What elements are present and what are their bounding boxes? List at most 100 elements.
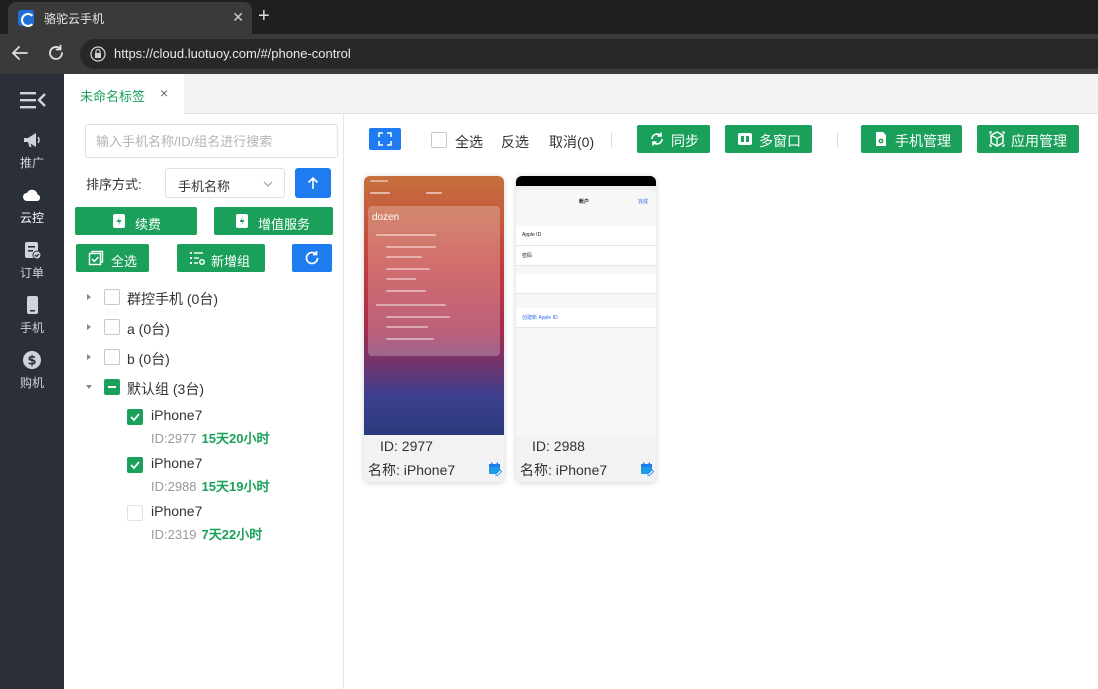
sidebar-item-label: 推广	[19, 156, 44, 170]
favicon-icon	[18, 10, 35, 27]
phone-card[interactable]: dozen ID: 2977 名称: iPhone7	[364, 176, 504, 482]
status-bar	[370, 180, 388, 182]
calendar-edit-icon[interactable]	[640, 462, 654, 476]
device-checkbox[interactable]	[127, 505, 143, 521]
app-manage-button[interactable]: 应用管理	[977, 125, 1079, 153]
phone-card-name: 名称: iPhone7	[520, 462, 608, 478]
url-field[interactable]: https://cloud.luotuoy.com/#/phone-contro…	[80, 39, 1098, 69]
device-remaining: 15天20小时	[201, 431, 270, 446]
lightning-icon	[236, 214, 248, 228]
page-tab-untitled[interactable]: 未命名标签 ×	[64, 74, 184, 114]
svg-text:$: $	[27, 354, 36, 369]
sidebar-item-cloud-control[interactable]: 云控	[0, 185, 64, 235]
dollar-icon: $	[23, 351, 41, 369]
device-name[interactable]: iPhone7	[151, 503, 202, 519]
phone-settings-icon	[876, 132, 886, 146]
device-checkbox[interactable]	[127, 409, 143, 425]
site-info-icon[interactable]	[90, 46, 106, 62]
sidebar-item-label: 订单	[19, 266, 44, 280]
arrow-up-icon	[307, 176, 319, 189]
expand-icon	[378, 132, 392, 146]
phone-manage-button[interactable]: 手机管理	[861, 125, 962, 153]
dictionary-popup	[368, 206, 500, 356]
sync-button[interactable]: 同步	[637, 125, 710, 153]
search-input[interactable]	[85, 124, 338, 158]
address-bar: https://cloud.luotuoy.com/#/phone-contro…	[0, 34, 1098, 74]
close-icon[interactable]: ×	[160, 86, 168, 100]
device-id: ID:2319 7天22小时	[151, 524, 262, 543]
back-arrow-icon[interactable]	[10, 43, 30, 63]
close-tab-icon[interactable]: ✕	[232, 9, 244, 25]
select-all-link[interactable]: 全选	[455, 132, 483, 152]
add-group-button[interactable]: 新增组	[177, 244, 265, 272]
megaphone-icon	[24, 133, 40, 147]
caret-down-icon[interactable]	[84, 382, 94, 392]
sidebar-item-purchase[interactable]: $ 购机	[0, 350, 64, 400]
phone-card-name: 名称: iPhone7	[368, 462, 456, 478]
tree-group-row[interactable]: a (0台)	[64, 315, 344, 339]
calendar-edit-icon[interactable]	[488, 462, 502, 476]
menu-collapse-icon[interactable]	[20, 90, 46, 110]
screen-text-line	[376, 234, 436, 236]
sidebar-item-orders[interactable]: 订单	[0, 240, 64, 290]
caret-right-icon[interactable]	[84, 322, 94, 332]
group-checkbox[interactable]	[104, 319, 120, 335]
group-label: 群控手机 (0台)	[127, 291, 218, 307]
page-tab-label: 未命名标签	[80, 89, 146, 104]
sort-direction-button[interactable]	[295, 168, 331, 198]
device-remaining: 7天22小时	[201, 527, 263, 542]
screen-back-link	[370, 192, 390, 194]
indeterminate-icon	[108, 386, 116, 388]
caret-right-icon[interactable]	[84, 352, 94, 362]
phone-icon	[27, 296, 38, 314]
phone-screen-preview[interactable]: 帐户 完成 Apple ID 密码 创建新 Apple ID	[516, 176, 656, 435]
device-name[interactable]: iPhone7	[151, 455, 202, 471]
device-name[interactable]: iPhone7	[151, 407, 202, 423]
group-checkbox-partial[interactable]	[104, 379, 120, 395]
new-tab-icon[interactable]: +	[258, 5, 270, 27]
device-id: ID:2988 15天19小时	[151, 476, 269, 495]
reload-icon[interactable]	[46, 43, 66, 63]
sort-select[interactable]: 手机名称	[165, 168, 285, 198]
tree-group-row[interactable]: 默认组 (3台)	[64, 375, 344, 399]
password-row: 密码	[516, 246, 656, 266]
device-id: ID:2977 15天20小时	[151, 428, 269, 447]
account-sheet: 帐户 完成 Apple ID 密码 创建新 Apple ID	[516, 190, 656, 435]
phone-card[interactable]: 帐户 完成 Apple ID 密码 创建新 Apple ID ID: 2988 …	[516, 176, 656, 482]
sidebar-item-phones[interactable]: 手机	[0, 295, 64, 345]
browser-tab[interactable]: 骆驼云手机 ✕	[8, 2, 252, 34]
renew-button[interactable]: 续费	[75, 207, 197, 235]
select-all-groups-button[interactable]: 全选	[76, 244, 149, 272]
sync-label: 同步	[671, 133, 699, 149]
add-list-icon	[190, 252, 205, 265]
refresh-button[interactable]	[292, 244, 332, 272]
phone-screen-preview[interactable]: dozen	[364, 176, 504, 435]
sidebar-item-promote[interactable]: 推广	[0, 130, 64, 180]
login-row	[516, 274, 656, 294]
select-all-checkbox[interactable]	[431, 132, 447, 148]
screen-word: dozen	[372, 212, 400, 223]
group-checkbox[interactable]	[104, 289, 120, 305]
tree-group-row[interactable]: b (0台)	[64, 345, 344, 369]
caret-right-icon[interactable]	[84, 292, 94, 302]
cancel-selection-link[interactable]: 取消(0)	[549, 132, 594, 152]
app-manage-label: 应用管理	[1011, 133, 1067, 149]
page-tab-bar: 未命名标签 ×	[64, 74, 1098, 114]
value-added-service-button[interactable]: 增值服务	[214, 207, 333, 235]
group-checkbox[interactable]	[104, 349, 120, 365]
invert-selection-link[interactable]: 反选	[501, 132, 529, 152]
screen-text-line	[386, 256, 422, 258]
lightning-icon	[113, 214, 125, 228]
chevron-down-icon	[263, 181, 273, 187]
device-checkbox[interactable]	[127, 457, 143, 473]
multi-window-button[interactable]: 多窗口	[725, 125, 812, 153]
toolbar-divider	[611, 132, 612, 148]
app-sidebar: 推广 云控 订单 手机 $ 购机	[0, 74, 64, 689]
fullscreen-button[interactable]	[369, 128, 401, 150]
tree-group-row[interactable]: 群控手机 (0台)	[64, 285, 344, 309]
multi-window-label: 多窗口	[759, 133, 801, 149]
group-panel: 排序方式: 手机名称 续费 增值服务 全选 新增组 群控手机 (0台) a (0…	[64, 114, 344, 689]
app-box-icon	[989, 131, 1005, 147]
url-text: https://cloud.luotuoy.com/#/phone-contro…	[114, 46, 351, 61]
device-id-text: ID:2988	[151, 479, 197, 494]
